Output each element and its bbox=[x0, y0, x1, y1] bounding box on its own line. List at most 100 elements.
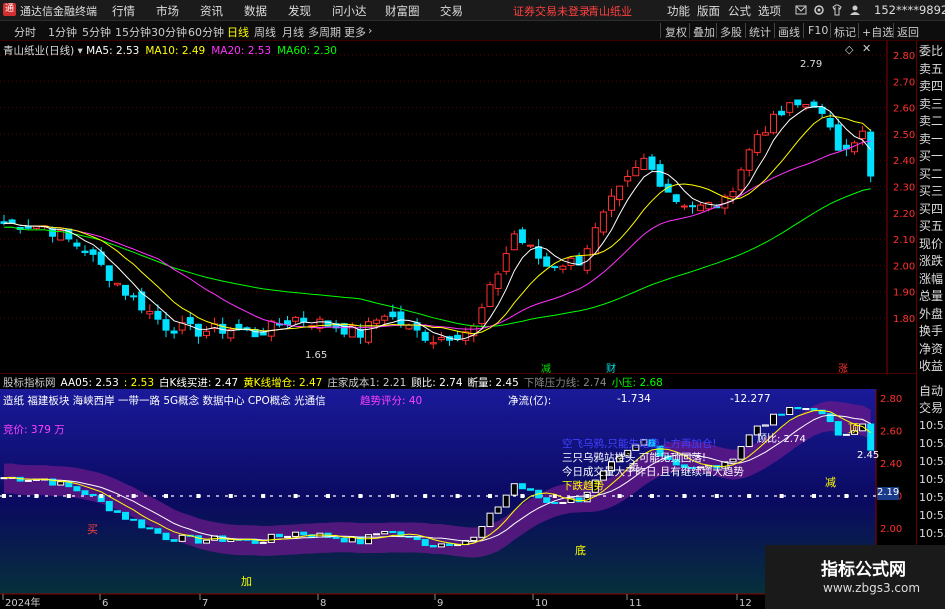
date-label: 8 bbox=[320, 598, 326, 609]
options-button[interactable]: 选项 bbox=[758, 3, 781, 19]
candle-body bbox=[689, 205, 696, 208]
trade-login-warning[interactable]: 证券交易未登录 bbox=[513, 3, 590, 19]
mark-button[interactable]: 标记 bbox=[834, 24, 856, 40]
support-dot bbox=[261, 494, 266, 498]
period-tab-daily[interactable]: 日线 bbox=[227, 24, 249, 40]
toolbar-divider bbox=[716, 23, 717, 38]
period-tab-60min[interactable]: 60分钟 bbox=[188, 24, 224, 40]
trade-time: 10:53 bbox=[919, 527, 945, 540]
overlay-button[interactable]: 叠加 bbox=[693, 24, 715, 40]
menu-news[interactable]: 资讯 bbox=[200, 3, 223, 19]
toolbar-divider bbox=[745, 23, 746, 38]
indicator-candle bbox=[486, 512, 494, 528]
order-book-label[interactable]: 买一 bbox=[919, 148, 943, 164]
app-title: 通达信金融终端 bbox=[20, 5, 97, 18]
title-bar: 通 通达信金融终端 行情 市场 资讯 数据 发现 问小达 财富圈 交易 证券交易… bbox=[0, 0, 945, 21]
order-book-label[interactable]: 卖五 bbox=[919, 61, 943, 77]
order-book-label[interactable]: 涨跌 bbox=[919, 253, 943, 269]
support-dot bbox=[520, 494, 525, 498]
period-tab-5min[interactable]: 5分钟 bbox=[82, 24, 111, 40]
indicator-legend-item: 断量: 2.45 bbox=[467, 377, 519, 389]
menu-trade[interactable]: 交易 bbox=[440, 3, 463, 19]
order-book-label[interactable]: 买二 bbox=[919, 166, 943, 182]
f10-button[interactable]: F10 bbox=[808, 24, 828, 37]
auto-trade-label[interactable]: 自动 bbox=[919, 383, 943, 399]
period-tab-intraday[interactable]: 分时 bbox=[14, 24, 36, 40]
add-watchlist-button[interactable]: +自选 bbox=[862, 24, 893, 40]
order-book-panel: 委比卖五 卖四卖三 卖二卖一 买一买二 买三买四 买五现价 涨跌涨幅 总量外盘 换手净资 收益 bbox=[916, 41, 945, 381]
order-book-label[interactable]: 换手 bbox=[919, 323, 943, 339]
settings-gear-icon[interactable] bbox=[813, 4, 825, 16]
formula-button[interactable]: 公式 bbox=[728, 3, 751, 19]
order-book-label[interactable]: 委比 bbox=[919, 43, 943, 59]
chart-close-icon[interactable]: ✕ bbox=[862, 42, 871, 55]
support-dot bbox=[131, 494, 136, 498]
order-book-label[interactable]: 净资 bbox=[919, 341, 943, 357]
price-tick-label: 2.30 bbox=[893, 183, 915, 194]
indicator-candle bbox=[122, 511, 129, 520]
period-tab-15min[interactable]: 15分钟 bbox=[115, 24, 151, 40]
auto-trade-label[interactable]: 交易 bbox=[919, 400, 943, 416]
indicator-candle bbox=[267, 533, 275, 543]
indicator-candle bbox=[178, 534, 186, 542]
menu-wealth[interactable]: 财富圈 bbox=[385, 3, 420, 19]
order-book-label[interactable]: 卖三 bbox=[919, 96, 943, 112]
period-tab-1min[interactable]: 1分钟 bbox=[48, 24, 77, 40]
order-book-label[interactable]: 涨幅 bbox=[919, 271, 943, 287]
layout-button[interactable]: 版面 bbox=[697, 3, 720, 19]
order-book-label[interactable]: 卖二 bbox=[919, 113, 943, 129]
adjust-button[interactable]: 复权 bbox=[665, 24, 687, 40]
user-avatar-icon[interactable] bbox=[849, 4, 861, 16]
candle-body bbox=[421, 331, 429, 341]
period-tab-weekly[interactable]: 周线 bbox=[254, 24, 276, 40]
order-book-label[interactable]: 总量 bbox=[919, 288, 943, 304]
support-dot bbox=[812, 494, 816, 498]
order-book-label[interactable]: 买四 bbox=[919, 201, 943, 217]
order-book-label[interactable]: 外盘 bbox=[919, 306, 943, 322]
support-dot bbox=[99, 494, 104, 498]
message-icon[interactable] bbox=[795, 4, 807, 16]
order-book-label[interactable]: 买五 bbox=[919, 218, 943, 234]
indicator-tick-label: 2.80 bbox=[880, 394, 902, 405]
more-chevron-icon[interactable]: › bbox=[368, 24, 372, 37]
date-label: 10 bbox=[535, 598, 548, 609]
trade-time: 10:53 bbox=[919, 491, 945, 504]
multi-stock-button[interactable]: 多股 bbox=[720, 24, 742, 40]
menu-ask[interactable]: 问小达 bbox=[332, 3, 367, 19]
toolbar-divider bbox=[660, 23, 661, 38]
candle-body bbox=[397, 311, 405, 326]
draw-line-button[interactable]: 画线 bbox=[778, 24, 800, 40]
statistics-button[interactable]: 统计 bbox=[749, 24, 771, 40]
candle-body bbox=[73, 242, 81, 247]
period-tab-more[interactable]: 更多 bbox=[344, 24, 366, 40]
support-dot bbox=[196, 494, 201, 498]
chart-settings-icon[interactable]: ◇ bbox=[845, 43, 853, 56]
back-button[interactable]: 返回 bbox=[897, 24, 919, 40]
support-dot bbox=[66, 494, 71, 498]
candle-body bbox=[486, 284, 494, 307]
user-account[interactable]: 152****9892 bbox=[874, 3, 945, 17]
function-button[interactable]: 功能 bbox=[667, 3, 690, 19]
order-book-label[interactable]: 买三 bbox=[919, 183, 943, 199]
support-dot bbox=[228, 494, 233, 498]
candle-body bbox=[49, 228, 57, 237]
support-dot bbox=[714, 494, 719, 498]
menu-data[interactable]: 数据 bbox=[244, 3, 267, 19]
indicator-candle bbox=[373, 533, 381, 536]
menu-discover[interactable]: 发现 bbox=[288, 3, 311, 19]
order-book-label[interactable]: 收益 bbox=[919, 358, 943, 374]
indicator-candle bbox=[470, 536, 478, 542]
menu-market[interactable]: 市场 bbox=[156, 3, 179, 19]
order-book-label[interactable]: 卖四 bbox=[919, 78, 943, 94]
order-book-label[interactable]: 现价 bbox=[919, 236, 943, 252]
period-tab-30min[interactable]: 30分钟 bbox=[151, 24, 187, 40]
legend-chevron-icon[interactable]: ▾ bbox=[78, 45, 83, 57]
period-tab-multi[interactable]: 多周期 bbox=[308, 24, 341, 40]
order-book-label[interactable]: 卖一 bbox=[919, 131, 943, 147]
period-tab-monthly[interactable]: 月线 bbox=[282, 24, 304, 40]
skin-icon[interactable] bbox=[831, 4, 843, 16]
candle-body bbox=[365, 321, 372, 343]
menu-quotes[interactable]: 行情 bbox=[112, 3, 135, 19]
kline-chart[interactable]: 2.80 2.70 2.60 2.50 2.40 2.30 2.20 2.10 2.00 1.90… bbox=[0, 41, 916, 609]
candle-body bbox=[267, 320, 275, 337]
